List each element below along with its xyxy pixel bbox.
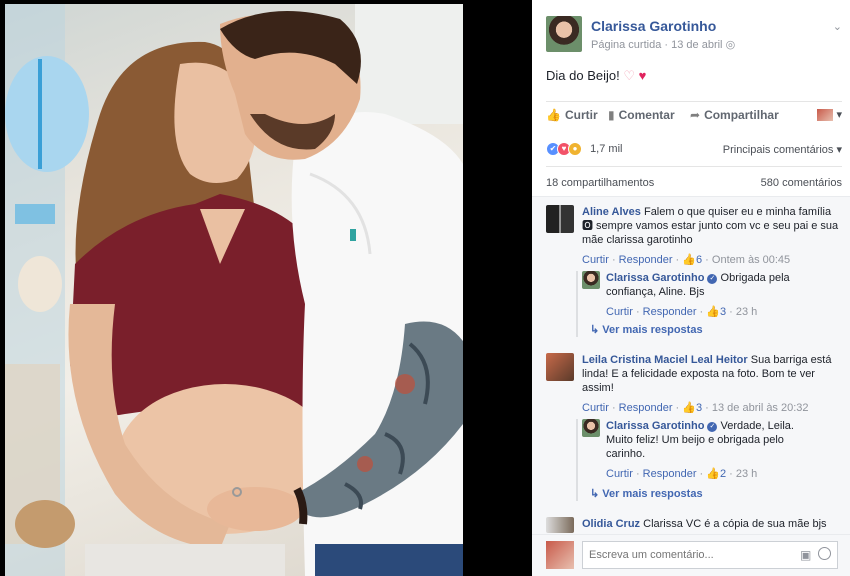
comment-reply-link[interactable]: Responder <box>619 254 673 266</box>
reply-like-link[interactable]: Curtir <box>606 306 633 318</box>
share-button[interactable]: ➦ Compartilhar <box>690 108 779 122</box>
photo-illustration <box>5 4 463 576</box>
comment-actions: Curtir · Responder · 👍6 · Ontem às 00:45 <box>582 254 791 266</box>
stats-row: 18 compartilhamentos 580 comentários <box>546 177 842 189</box>
post-meta: Página curtida · 13 de abril ◎ <box>591 38 735 51</box>
reply-body: Clarissa Garotinho ✓ Obrigada pela confi… <box>606 271 820 299</box>
reply-body: Clarissa Garotinho ✓ Verdade, Leila. Mui… <box>606 419 816 461</box>
like-button[interactable]: 👍 Curtir <box>546 108 598 122</box>
post-photo[interactable] <box>5 4 463 576</box>
comment-order-selector[interactable]: Principais comentários ▾ <box>723 143 842 156</box>
comments-count-link[interactable]: 580 comentários <box>761 177 842 189</box>
comment-order-label: Principais comentários <box>722 144 834 156</box>
kiss-emoji-icon: ♥ <box>638 68 647 83</box>
comment-author-link[interactable]: Leila Cristina Maciel Leal Heitor <box>582 354 748 366</box>
reply-thread-line <box>576 271 578 337</box>
comment-composer: ▣ <box>532 534 850 576</box>
comments-section: Aline Alves Falem o que quiser eu e minh… <box>532 196 850 534</box>
photo-area <box>0 0 532 576</box>
comment-like-count-icon: 👍 <box>682 254 696 266</box>
post-message: Dia do Beijo! <box>546 68 620 83</box>
comment-reply-link[interactable]: Responder <box>619 402 673 414</box>
commenter-avatar[interactable] <box>546 517 574 533</box>
thumbs-up-icon: 👍 <box>546 108 561 122</box>
comment-like-count-icon: 👍 <box>682 402 696 414</box>
reply-author-avatar[interactable] <box>582 419 600 437</box>
reply-author-avatar[interactable] <box>582 271 600 289</box>
reply-like-count[interactable]: 2 <box>720 468 726 480</box>
profile-mini-avatar <box>817 109 834 122</box>
verified-badge-icon: ✓ <box>707 274 718 284</box>
heart-emoji-icon: ♡ <box>623 68 635 83</box>
dropdown-caret-icon: ▾ <box>836 109 842 121</box>
comment-author-link[interactable]: Olidia Cruz <box>582 518 640 530</box>
comment-time[interactable]: Ontem às 00:45 <box>712 254 790 266</box>
reaction-count[interactable]: 1,7 mil <box>590 143 622 155</box>
share-label: Compartilhar <box>704 108 779 122</box>
reply-like-count-icon: 👍 <box>706 468 720 480</box>
globe-icon: ◎ <box>725 39 736 51</box>
comment-body: Olidia Cruz Clarissa VC é a cópia de sua… <box>582 517 842 531</box>
reply-author-link[interactable]: Clarissa Garotinho <box>606 272 704 284</box>
reply-author-link[interactable]: Clarissa Garotinho <box>606 420 704 432</box>
reply-time[interactable]: 23 h <box>736 468 757 480</box>
page-avatar[interactable] <box>546 16 582 52</box>
comment-time[interactable]: 13 de abril às 20:32 <box>712 402 809 414</box>
emoji-icon[interactable] <box>818 547 831 560</box>
reply-like-count[interactable]: 3 <box>720 306 726 318</box>
post-header: Clarissa Garotinho Página curtida · 13 d… <box>546 16 842 56</box>
reply-actions: Curtir · Responder · 👍3 · 23 h <box>606 306 758 318</box>
comment-text: Clarissa VC é a cópia de sua mãe bjs <box>643 518 827 530</box>
comment-button[interactable]: ▮ Comentar <box>608 108 675 122</box>
reply-like-link[interactable]: Curtir <box>606 468 633 480</box>
reactions-row: ✔ ♥ ● 1,7 mil Principais comentários ▾ <box>546 142 842 160</box>
photo-viewer: Clarissa Garotinho Página curtida · 13 d… <box>0 0 850 576</box>
reply-actions: Curtir · Responder · 👍2 · 23 h <box>606 468 758 480</box>
comment-label: Comentar <box>618 108 675 122</box>
reply-reply-link[interactable]: Responder <box>643 468 697 480</box>
reply-like-count-icon: 👍 <box>706 306 720 318</box>
camera-icon[interactable]: ▣ <box>800 548 811 562</box>
reply-arrow-icon: ↳ <box>590 324 600 336</box>
comment-like-link[interactable]: Curtir <box>582 254 609 266</box>
reply-thread-line <box>576 419 578 501</box>
comment-like-count[interactable]: 6 <box>696 254 702 266</box>
share-arrow-icon: ➦ <box>690 108 701 122</box>
page-name-link[interactable]: Clarissa Garotinho <box>591 18 716 34</box>
reply-arrow-icon: ↳ <box>590 488 600 500</box>
reply-reply-link[interactable]: Responder <box>643 306 697 318</box>
sort-caret-icon: ▾ <box>836 144 842 156</box>
composer-avatar <box>546 541 574 569</box>
post-action-bar: 👍 Curtir ▮ Comentar ➦ Compartilhar ▾ <box>546 101 842 129</box>
like-label: Curtir <box>564 108 598 122</box>
verified-badge-icon: ✓ <box>707 422 718 432</box>
comment-body: Aline Alves Falem o que quiser eu e minh… <box>582 205 840 247</box>
comment-body: Leila Cristina Maciel Leal Heitor Sua ba… <box>582 353 842 395</box>
more-replies-link[interactable]: ↳ Ver mais respostas <box>590 487 703 500</box>
more-replies-label: Ver mais respostas <box>602 324 703 336</box>
post-text: Dia do Beijo! ♡ ♥ <box>546 68 646 84</box>
post-date-link[interactable]: 13 de abril <box>671 39 722 51</box>
page-type-label: Página curtida <box>591 39 662 51</box>
comment-like-link[interactable]: Curtir <box>582 402 609 414</box>
shares-count-link[interactable]: 18 compartilhamentos <box>546 177 654 189</box>
comment-author-link[interactable]: Aline Alves <box>582 206 641 218</box>
more-replies-link[interactable]: ↳ Ver mais respostas <box>590 323 703 336</box>
meta-separator: · <box>664 39 669 51</box>
reacting-as-selector[interactable]: ▾ <box>817 108 842 122</box>
post-panel: Clarissa Garotinho Página curtida · 13 d… <box>532 0 850 576</box>
more-replies-label: Ver mais respostas <box>602 488 703 500</box>
post-options-chevron-icon[interactable]: ⌄ <box>833 20 842 33</box>
wow-reaction-icon[interactable]: ● <box>568 142 582 156</box>
divider <box>546 166 842 167</box>
comment-like-count[interactable]: 3 <box>696 402 702 414</box>
speech-bubble-icon: ▮ <box>608 108 615 122</box>
reply-time[interactable]: 23 h <box>736 306 757 318</box>
commenter-avatar[interactable] <box>546 205 574 233</box>
comment-actions: Curtir · Responder · 👍3 · 13 de abril às… <box>582 402 809 414</box>
commenter-avatar[interactable] <box>546 353 574 381</box>
